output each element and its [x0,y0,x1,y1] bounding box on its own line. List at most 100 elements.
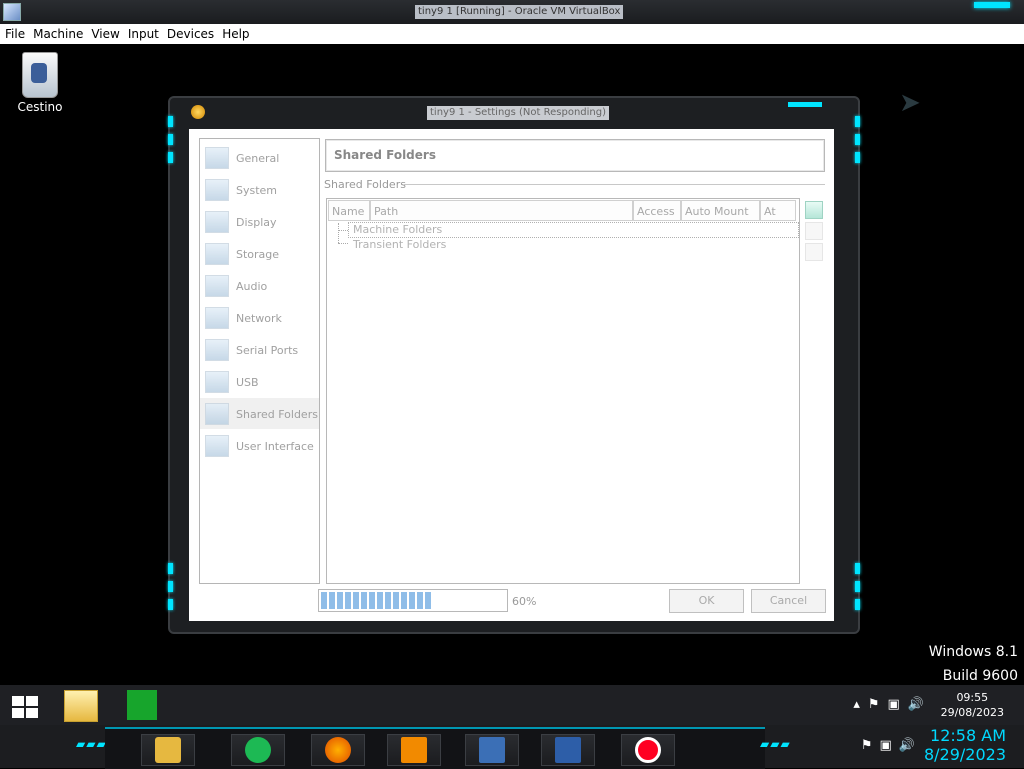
nav-label: System [236,184,278,197]
nav-item-audio[interactable]: Audio [200,270,319,301]
shared-folders-tree[interactable]: Name Path Access Auto Mount At Machine F… [326,198,800,584]
user-interface-icon [205,435,229,457]
tree-row-machine-folders[interactable]: Machine Folders [353,223,442,237]
virtualbox-icon [3,3,21,21]
progress-fill [321,592,432,609]
nav-item-storage[interactable]: Storage [200,238,319,269]
nav-item-display[interactable]: Display [200,206,319,237]
nav-label: Shared Folders [236,408,318,421]
menu-machine[interactable]: Machine [28,24,86,41]
usb-icon [205,371,229,393]
network-icon [205,307,229,329]
dock-file-explorer-icon[interactable] [141,734,195,766]
menu-devices[interactable]: Devices [162,24,217,41]
nav-label: General [236,152,280,165]
nav-label: Network [236,312,282,325]
remove-folder-button[interactable] [805,243,823,261]
themed-dock [105,727,765,769]
dock-virtualbox-icon[interactable] [541,734,595,766]
dock-clock-date: 8/29/2023 [923,745,1006,764]
frame-light [855,134,860,145]
nav-item-shared-folders[interactable]: Shared Folders [200,398,319,429]
section-divider [404,184,825,185]
windows-start-icon[interactable] [12,696,38,718]
column-path[interactable]: Path [370,200,633,221]
menu-input[interactable]: Input [123,24,162,41]
frame-light [168,134,173,145]
recycle-bin-label: Cestino [17,100,63,114]
system-tray-secondary[interactable]: ⚑▣🔊 [861,738,922,753]
taskbar: ▴⚑▣🔊 09:55 29/08/2023 ▰▰▰ ▰▰▰ ⚑▣🔊 12:58 … [0,685,1024,769]
menu-help[interactable]: Help [217,24,252,41]
mouse-cursor-icon: ➤ [899,88,921,118]
dock-accent-left: ▰▰▰ [76,737,107,751]
progress-text: 60% [512,595,537,608]
column-at[interactable]: At [760,200,796,221]
dock-firefox-icon[interactable] [311,734,365,766]
store-icon[interactable] [127,690,157,720]
menu-view[interactable]: View [86,24,122,41]
frame-light [855,599,860,610]
recycle-bin[interactable]: Cestino [14,52,66,114]
serial-ports-icon [205,339,229,361]
dock-accent-right: ▰▰▰ [760,737,791,751]
general-icon [205,147,229,169]
tree-row-transient-folders[interactable]: Transient Folders [353,238,446,252]
frame-light [855,116,860,127]
cancel-button[interactable]: Cancel [751,589,826,613]
menu-file[interactable]: File [0,24,28,41]
outer-window-title: tiny9 1 [Running] - Oracle VM VirtualBox [415,5,624,19]
taskbar-clock[interactable]: 09:55 29/08/2023 [941,690,1004,720]
dock-7zip-icon[interactable] [465,734,519,766]
nav-item-network[interactable]: Network [200,302,319,333]
nav-label: Serial Ports [236,344,299,357]
dock-clock-time: 12:58 AM [930,726,1006,745]
dock-recorder-icon[interactable] [621,734,675,766]
nav-label: Audio [236,280,268,293]
nav-label: Display [236,216,277,229]
frame-light [168,563,173,574]
display-icon [205,211,229,233]
column-access[interactable]: Access [633,200,681,221]
taskbar-top-row: ▴⚑▣🔊 09:55 29/08/2023 [0,685,1024,725]
settings-nav-list: General System Display Storage Audio Net… [199,138,320,584]
nav-label: USB [236,376,259,389]
menubar: File Machine View Input Devices Help [0,24,1024,44]
dialog-titlebar-accent [788,102,822,107]
progress-bar [318,589,508,612]
nav-item-user-interface[interactable]: User Interface [200,430,319,461]
tree-header: Name Path Access Auto Mount At [328,200,798,221]
watermark-os: Windows 8.1 [928,644,1018,660]
frame-light [855,152,860,163]
dock-spotify-icon[interactable] [231,734,285,766]
frame-light [168,116,173,127]
nav-label: User Interface [236,440,314,453]
nav-label: Storage [236,248,280,261]
column-auto-mount[interactable]: Auto Mount [681,200,760,221]
frame-light [168,152,173,163]
frame-light [855,563,860,574]
clock-time: 09:55 [956,691,989,704]
nav-item-serial-ports[interactable]: Serial Ports [200,334,319,365]
dialog-title: tiny9 1 - Settings (Not Responding) [427,106,609,120]
page-title: Shared Folders [334,148,436,162]
page-header: Shared Folders [325,139,825,172]
nav-item-general[interactable]: General [200,142,319,173]
clock-date: 29/08/2023 [940,706,1004,719]
settings-gear-icon [191,105,205,119]
nav-item-usb[interactable]: USB [200,366,319,397]
ok-button[interactable]: OK [669,589,744,613]
recycle-bin-icon [22,52,58,98]
column-name[interactable]: Name [328,200,370,221]
nav-item-system[interactable]: System [200,174,319,205]
shared-folders-icon [205,403,229,425]
dock-clock[interactable]: 12:58 AM 8/29/2023 [924,726,1006,764]
file-explorer-icon[interactable] [64,690,98,722]
frame-light [168,599,173,610]
audio-icon [205,275,229,297]
edit-folder-button[interactable] [805,222,823,240]
dock-vlc-icon[interactable] [387,734,441,766]
system-icon [205,179,229,201]
system-tray[interactable]: ▴⚑▣🔊 [853,697,932,712]
add-folder-button[interactable] [805,201,823,219]
